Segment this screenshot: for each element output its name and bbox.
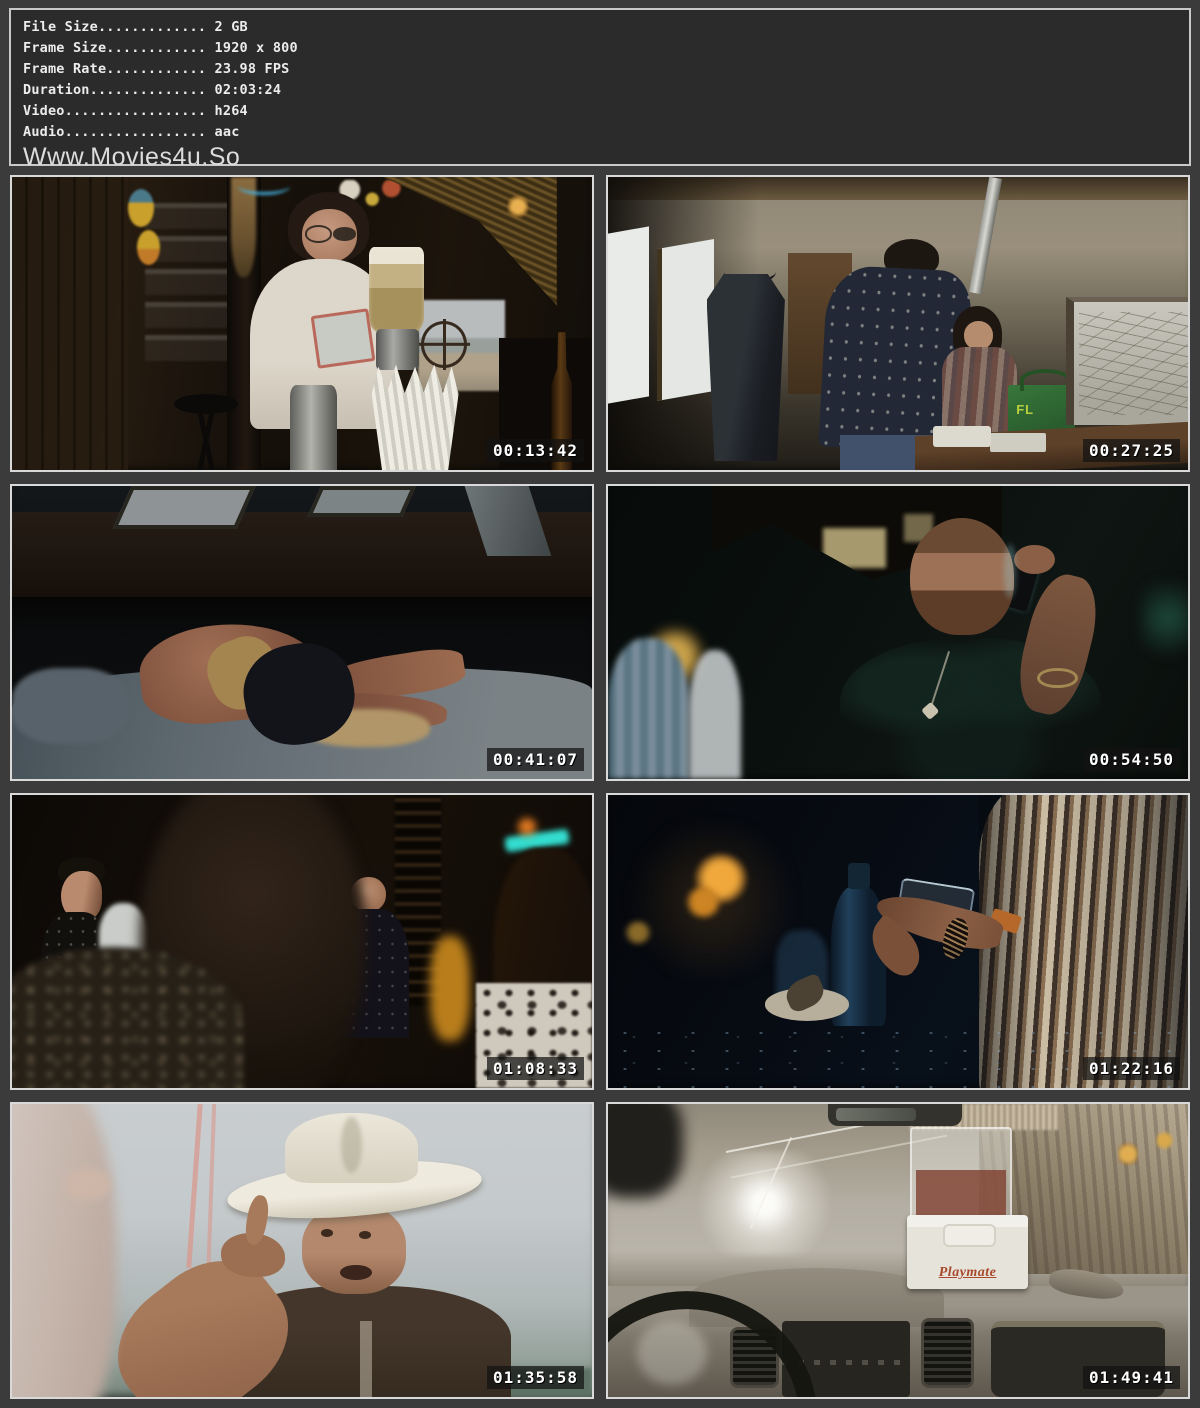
light-bokeh [686, 886, 721, 918]
playmate-cooler: Playmate [907, 1215, 1029, 1288]
foreground-hand-blur [64, 1168, 110, 1200]
site-watermark: Www.Movies4u.So [23, 144, 1189, 170]
info-line-frame-size: Frame Size............ 1920 x 800 [23, 38, 1189, 59]
cabin-window [608, 226, 649, 403]
cowboy-hat-crown [285, 1113, 418, 1183]
movie-screenshot-3-sleeping-cabin: 00:41:07 [10, 484, 594, 781]
pillow [12, 668, 128, 744]
plate-with-shell [765, 988, 849, 1020]
movie-screenshot-2-boat-cabin: FL 00:27:25 [606, 175, 1190, 472]
dark-corner-blur [606, 1102, 683, 1198]
blender-jar [369, 247, 424, 332]
hand [1014, 545, 1055, 574]
buoy [137, 230, 160, 265]
scratched-window [1066, 297, 1190, 425]
hanging-lamp [508, 195, 528, 218]
screenshot-grid: 00:13:42 FL 00:27:25 [0, 175, 1200, 1399]
green-glow [1142, 568, 1190, 668]
info-line-frame-rate: Frame Rate............ 23.98 FPS [23, 59, 1189, 80]
air-vent [921, 1318, 973, 1388]
plastic-bag [910, 1127, 1013, 1219]
movie-screenshot-4-phone-call: 00:54:50 [606, 484, 1190, 781]
timestamp-badge: 01:08:33 [487, 1057, 584, 1080]
lantern-light [1156, 1130, 1173, 1151]
info-line-file-size: File Size............. 2 GB [23, 17, 1189, 38]
movie-screenshot-7-white-hat-man: 01:35:58 [10, 1102, 594, 1399]
timestamp-badge: 00:54:50 [1083, 748, 1180, 771]
timestamp-badge: 00:13:42 [487, 439, 584, 462]
wood-planks [12, 177, 128, 470]
lantern-light [1118, 1142, 1138, 1165]
sun-flare [683, 1151, 845, 1256]
timestamp-badge: 00:41:07 [487, 748, 584, 771]
cabin-window [307, 486, 416, 517]
bag-print-text: FL [1016, 402, 1034, 417]
open-mouth [340, 1265, 372, 1280]
neon-sign [238, 177, 290, 195]
timestamp-badge: 00:27:25 [1083, 439, 1180, 462]
takeout-containers [933, 426, 991, 447]
stool-legs [180, 411, 232, 470]
info-line-video-codec: Video................. h264 [23, 101, 1189, 122]
timestamp-badge: 01:35:58 [487, 1366, 584, 1389]
bearded-man-head [910, 518, 1014, 635]
media-info-panel: File Size............. 2 GB Frame Size..… [9, 8, 1191, 166]
timestamp-badge: 01:22:16 [1083, 1057, 1180, 1080]
shelf-shadow [12, 597, 592, 644]
info-line-duration: Duration.............. 02:03:24 [23, 80, 1189, 101]
foreground-blur [10, 1102, 116, 1399]
media-info-sheet: File Size............. 2 GB Frame Size..… [0, 8, 1200, 1399]
cocktail-shaker [290, 385, 336, 470]
ship-wheel [421, 321, 468, 368]
plaid-shirt [942, 347, 1017, 435]
movie-screenshot-6-bar-counter: 01:22:16 [606, 793, 1190, 1090]
dust-reflection [637, 1321, 707, 1385]
fishing-line [186, 1104, 202, 1268]
cooler-brand-text: Playmate [907, 1265, 1029, 1281]
tshirt-print [310, 308, 375, 368]
wetsuit [707, 274, 785, 462]
eyeglasses [305, 225, 332, 242]
movie-screenshot-1-tiki-bar: 00:13:42 [10, 175, 594, 472]
cabin-window [113, 486, 256, 529]
rearview-mirror [828, 1104, 961, 1126]
movie-screenshot-8-truck-dashboard: Playmate 01:49:41 [606, 1102, 1190, 1399]
cabin-window [657, 239, 714, 401]
woman-face [964, 321, 993, 350]
background-person [608, 638, 689, 779]
buoy [128, 189, 154, 227]
fishing-line [206, 1104, 216, 1286]
info-line-audio-codec: Audio................. aac [23, 122, 1189, 143]
orange-dress-person [430, 936, 471, 1041]
glass-shelves [145, 203, 238, 367]
movie-screenshot-5-crowded-bar: 01:08:33 [10, 793, 594, 1090]
bracelet [1037, 668, 1078, 689]
background-person [689, 650, 741, 779]
blender-base [376, 329, 419, 370]
timestamp-badge: 01:49:41 [1083, 1366, 1180, 1389]
